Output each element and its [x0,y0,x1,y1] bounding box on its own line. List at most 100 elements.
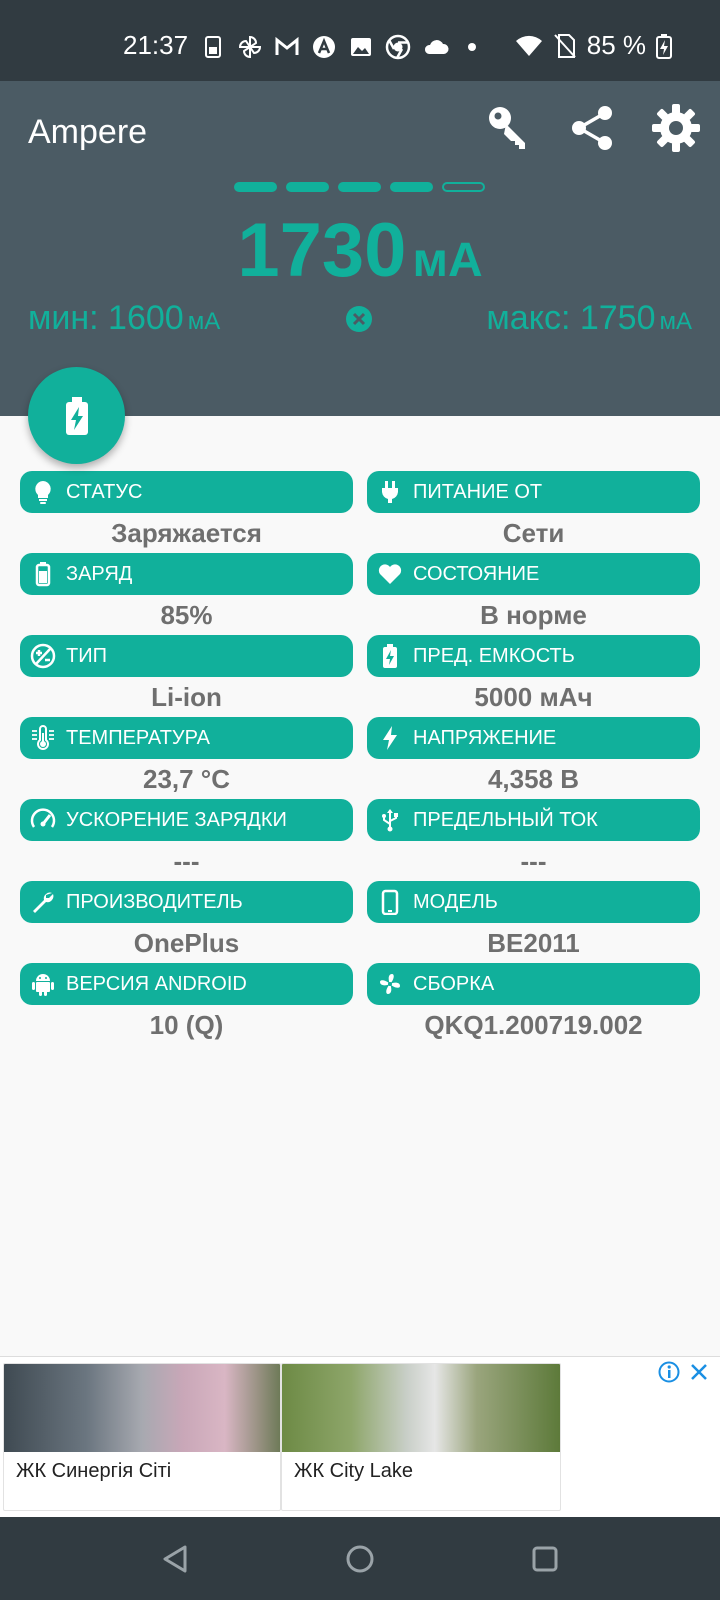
notification-icons [200,34,485,60]
info-cell: СОСТОЯНИЕ В норме [367,553,700,635]
info-cell: ПРЕДЕЛЬНЫЙ ТОК --- [367,799,700,881]
info-header: ЗАРЯД [20,553,353,595]
info-header: СОСТОЯНИЕ [367,553,700,595]
battery-charging-icon [65,396,88,435]
info-label: НАПРЯЖЕНИЕ [413,726,557,749]
recents-square-icon [532,1546,558,1572]
share-button[interactable] [568,103,618,153]
gmail-icon [274,34,300,60]
navigation-bar [0,1517,720,1600]
ad-card[interactable]: ЖК City Lake [281,1363,561,1511]
info-value: 5000 мАч [474,682,593,712]
back-triangle-icon [163,1545,187,1573]
chrome-icon [385,34,411,60]
min-unit: мА [187,308,221,335]
info-cell: НАПРЯЖЕНИЕ 4,358 В [367,717,700,799]
min-current: мин: 1600 мА [28,299,220,338]
max-unit: мА [659,308,692,335]
ad-card[interactable]: ЖК Синергія Сіті [3,1363,281,1511]
home-button[interactable] [340,1539,380,1579]
info-label: ПИТАНИЕ ОТ [413,480,543,503]
ad-image [4,1364,280,1452]
current-reading: 1730 мА [0,207,720,294]
usb-icon [377,807,403,833]
level-segment [286,182,329,192]
back-button[interactable] [157,1539,197,1579]
info-value: BE2011 [487,928,580,958]
gear-icon [652,104,700,152]
ad-close-button[interactable] [688,1361,710,1383]
info-cell: ПРЕД. ЕМКОСТЬ 5000 мАч [367,635,700,717]
battery-fab-button[interactable] [28,367,125,464]
info-value: OnePlus [133,928,240,958]
info-cell: УСКОРЕНИЕ ЗАРЯДКИ --- [20,799,353,881]
info-value: Заряжается [111,518,262,548]
min-label: мин: 1600 [28,299,184,337]
max-label: макс: 1750 [486,299,656,337]
info-label: ПРЕДЕЛЬНЫЙ ТОК [413,808,598,831]
info-header: ПИТАНИЕ ОТ [367,471,700,513]
info-label: ТЕМПЕРАТУРА [66,726,210,749]
info-cell: СБОРКА QKQ1.200719.002 [367,963,700,1045]
home-circle-icon [346,1545,374,1573]
level-segment [338,182,381,192]
android-icon [30,971,56,997]
a-badge-icon [311,34,337,60]
info-cell: ТИП Li-ion [20,635,353,717]
level-segment [390,182,433,192]
battery-info-grid: СТАТУС Заряжается ПИТАНИЕ ОТ Сети ЗАРЯД 85% СО… [20,471,700,1045]
settings-button[interactable] [651,103,701,153]
info-header: ВЕРСИЯ ANDROID [20,963,353,1005]
info-value: Сети [502,518,565,548]
info-label: ПРОИЗВОДИТЕЛЬ [66,890,243,913]
info-cell: ПРОИЗВОДИТЕЛЬ OnePlus [20,881,353,963]
key-icon [489,107,525,149]
ad-caption: ЖК City Lake [294,1460,414,1482]
info-header: МОДЕЛЬ [367,881,700,923]
info-value: --- [173,846,200,876]
info-label: ТИП [66,644,107,667]
system-indicators: 85 % [515,30,672,61]
info-icon [658,1361,680,1383]
info-header: УСКОРЕНИЕ ЗАРЯДКИ [20,799,353,841]
info-value: 10 (Q) [149,1010,224,1040]
info-value: 23,7 °C [142,764,230,794]
max-current: макс: 1750 мА [486,299,692,338]
heart-icon [377,561,403,587]
close-circle-icon [346,306,372,332]
sim-icon [200,34,226,60]
info-label: УСКОРЕНИЕ ЗАРЯДКИ [66,808,287,831]
ad-caption: ЖК Синергія Сіті [16,1460,172,1482]
info-cell: ТЕМПЕРАТУРА 23,7 °C [20,717,353,799]
level-segment [234,182,277,192]
thermometer-icon [30,725,56,751]
close-icon [691,1364,707,1380]
clock: 21:37 [123,30,189,60]
info-cell: МОДЕЛЬ BE2011 [367,881,700,963]
share-icon [572,106,612,150]
info-header: ПРОИЗВОДИТЕЛЬ [20,881,353,923]
dot-icon [459,34,485,60]
ad-banner: ЖК Синергія Сіті ЖК City Lake [0,1356,720,1517]
app-title: Ampere [28,113,148,151]
reset-minmax-button[interactable] [345,305,373,333]
recents-button[interactable] [525,1539,565,1579]
info-label: ЗАРЯД [66,562,133,585]
info-header: СБОРКА [367,963,700,1005]
fan-icon [377,971,403,997]
info-value: В норме [480,600,587,630]
ad-info-button[interactable] [658,1361,680,1383]
info-header: ТИП [20,635,353,677]
battery-charging-status-icon [656,33,672,59]
cloud-icon [422,34,449,60]
info-header: ПРЕДЕЛЬНЫЙ ТОК [367,799,700,841]
info-label: ПРЕД. ЕМКОСТЬ [413,644,575,667]
info-cell: СТАТУС Заряжается [20,471,353,553]
battery-charging-icon [377,643,403,669]
app-header: Ampere 1730 мА мин: 1600 мА макс: 1750 м… [0,81,720,416]
current-unit: мА [412,234,483,287]
info-cell: ПИТАНИЕ ОТ Сети [367,471,700,553]
key-button[interactable] [485,103,535,153]
info-header: НАПРЯЖЕНИЕ [367,717,700,759]
info-header: ПРЕД. ЕМКОСТЬ [367,635,700,677]
